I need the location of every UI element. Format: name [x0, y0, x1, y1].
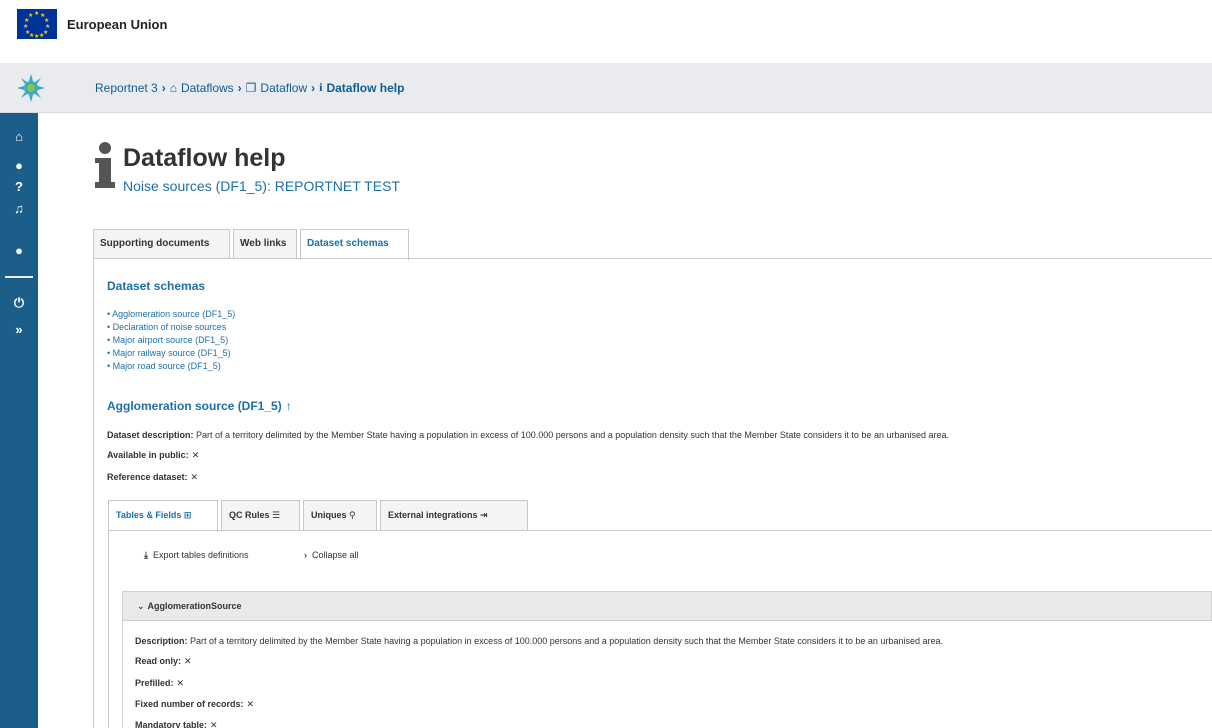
cross-icon: ✕ [210, 720, 218, 728]
schema-link[interactable]: • Major railway source (DF1_5) [107, 347, 235, 360]
tab-divider [93, 258, 1212, 259]
read-only: Read only: ✕ [135, 656, 192, 667]
table-description-value: Part of a territory delimited by the Mem… [190, 636, 943, 646]
chevron-right-icon: › [237, 80, 242, 95]
export-label: Export tables definitions [152, 550, 249, 560]
tab-qc-rules[interactable]: QC Rules ☰ [221, 500, 300, 531]
available-in-public-label: Available in public: [107, 450, 189, 460]
bell-icon[interactable]: ♫ [9, 201, 29, 219]
cross-icon: ✕ [190, 472, 199, 482]
fixed-number-label: Fixed number of records: [135, 699, 244, 709]
reference-dataset-label: Reference dataset: [107, 472, 188, 482]
dataset-description-label: Dataset description: [107, 430, 194, 440]
dataset-description: Dataset description: Part of a territory… [107, 430, 949, 440]
info-icon [95, 142, 115, 188]
prefilled-label: Prefilled: [135, 678, 174, 688]
table-description: Description: Part of a territory delimit… [135, 636, 943, 646]
cross-icon: ✕ [191, 450, 200, 460]
download-icon: ⤓ [144, 550, 148, 560]
nav-divider [5, 276, 33, 278]
schema-link[interactable]: • Declaration of noise sources [107, 321, 235, 334]
tab-label: External integrations [388, 510, 478, 520]
breadcrumb-dataflow[interactable]: Dataflow [260, 81, 307, 95]
chevron-right-icon: › [161, 80, 166, 95]
sign-in-icon: ⇥ [480, 510, 488, 520]
tab-label: Uniques [311, 510, 347, 520]
schema-link[interactable]: • Agglomeration source (DF1_5) [107, 308, 235, 321]
reportnet-logo-icon[interactable] [17, 74, 45, 102]
info-icon: i [319, 80, 323, 94]
accordion-border [122, 621, 123, 728]
schema-link[interactable]: • Major airport source (DF1_5) [107, 334, 235, 347]
list-icon: ☰ [272, 510, 281, 520]
tab-tables-fields[interactable]: Tables & Fields ⊞ [108, 500, 218, 532]
tab-external-integrations[interactable]: External integrations ⇥ [380, 500, 528, 531]
breadcrumb-dataflow-help: Dataflow help [326, 80, 405, 95]
breadcrumb: Reportnet 3 › ⌂ Dataflows › ❐ Dataflow ›… [95, 80, 404, 95]
eu-top-bar: ★ ★ ★ ★ ★ ★ ★ ★ ★ ★ ★ ★ European Union [0, 0, 1212, 62]
left-nav: ⌂ ● ? ♫ ● ⏻ » [0, 113, 38, 728]
eu-title: European Union [67, 17, 168, 32]
app-header: Reportnet 3 › ⌂ Dataflows › ❐ Dataflow ›… [0, 63, 1212, 113]
home-icon: ⌂ [169, 80, 177, 95]
subtab-divider [108, 530, 1212, 531]
panel-border [93, 258, 94, 728]
breadcrumb-dataflows[interactable]: Dataflows [181, 81, 234, 95]
cross-icon: ✕ [246, 699, 255, 709]
dataset-description-value: Part of a territory delimited by the Mem… [196, 430, 949, 440]
user-icon[interactable]: ● [9, 158, 29, 176]
tab-label: Tables & Fields [116, 510, 182, 520]
read-only-label: Read only: [135, 656, 182, 666]
page-title: Dataflow help [123, 144, 286, 172]
available-in-public: Available in public: ✕ [107, 450, 199, 461]
prefilled: Prefilled: ✕ [135, 678, 184, 689]
clone-icon: ❐ [245, 80, 257, 95]
help-icon[interactable]: ? [9, 179, 29, 197]
key-icon: ⚲ [349, 510, 356, 520]
tab-supporting-documents[interactable]: Supporting documents [93, 229, 230, 259]
expand-icon[interactable]: » [9, 322, 29, 340]
mandatory-table: Mandatory table: ✕ [135, 720, 218, 728]
export-tables-button[interactable]: ⤓ Export tables definitions [144, 550, 249, 561]
power-icon[interactable]: ⏻ [9, 295, 29, 313]
collapse-label: Collapse all [312, 550, 359, 560]
collapse-all-button[interactable]: › Collapse all [304, 550, 359, 560]
table-description-label: Description: [135, 636, 188, 646]
arrow-up-icon[interactable]: ↑ [286, 399, 292, 413]
fixed-number-of-records: Fixed number of records: ✕ [135, 699, 254, 710]
schema-list: • Agglomeration source (DF1_5) • Declara… [107, 308, 235, 373]
schema-title-text: Agglomeration source (DF1_5) [107, 399, 282, 413]
home-icon[interactable]: ⌂ [9, 129, 29, 147]
breadcrumb-reportnet[interactable]: Reportnet 3 [95, 81, 158, 95]
table-icon: ⊞ [183, 510, 192, 520]
eu-flag-icon: ★ ★ ★ ★ ★ ★ ★ ★ ★ ★ ★ ★ [17, 9, 57, 40]
cross-icon: ✕ [176, 678, 185, 688]
cross-icon: ✕ [184, 656, 192, 666]
tab-label: QC Rules [229, 510, 270, 520]
tab-uniques[interactable]: Uniques ⚲ [303, 500, 377, 531]
dataset-schemas-title: Dataset schemas [107, 279, 206, 293]
subtab-panel-border [108, 530, 109, 728]
tab-dataset-schemas[interactable]: Dataset schemas [300, 229, 409, 260]
chevron-right-icon: › [304, 550, 307, 560]
schema-detail-title: Agglomeration source (DF1_5) ↑ [107, 399, 292, 413]
chevron-right-icon: › [311, 80, 316, 95]
chevron-down-icon: ⌄ [137, 601, 145, 611]
chat-icon[interactable]: ● [9, 243, 29, 261]
reference-dataset: Reference dataset: ✕ [107, 472, 198, 483]
schema-link[interactable]: • Major road source (DF1_5) [107, 360, 235, 373]
mandatory-table-label: Mandatory table: [135, 720, 208, 728]
table-accordion-header[interactable]: ⌄ AgglomerationSource [122, 591, 1212, 621]
table-name: AgglomerationSource [147, 601, 242, 611]
tab-web-links[interactable]: Web links [233, 229, 297, 259]
page-subtitle: Noise sources (DF1_5): REPORTNET TEST [123, 178, 400, 194]
